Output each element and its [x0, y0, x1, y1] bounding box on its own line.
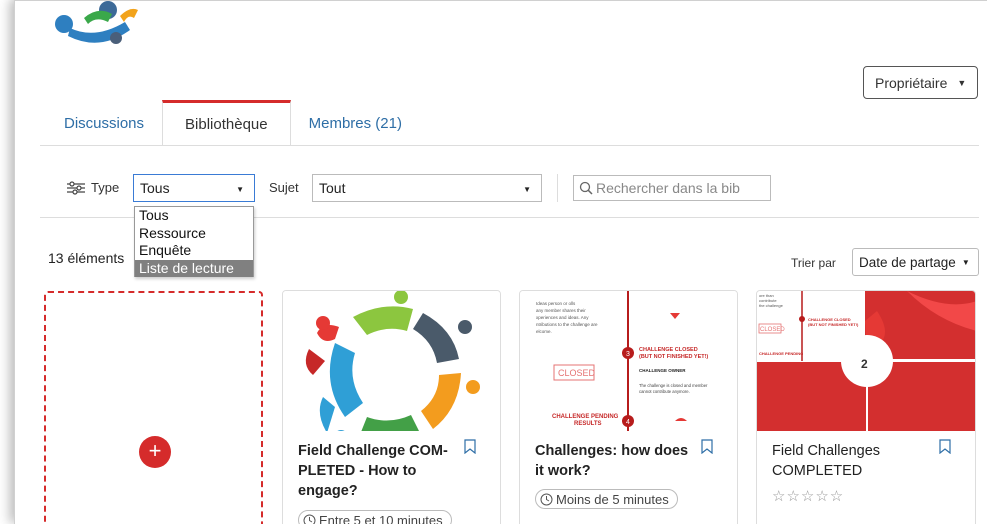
caret-down-icon: ▼: [961, 257, 970, 267]
challenge-completed-graphic: 2 ore than contribute the challenge CHAL…: [757, 291, 975, 431]
owner-dropdown-button[interactable]: Propriétaire ▼: [863, 66, 978, 99]
infographic-step-desc: cannot contribute anymore.: [639, 389, 690, 394]
search-input[interactable]: Rechercher dans la bib: [573, 175, 771, 201]
type-option-tous[interactable]: Tous: [135, 207, 253, 225]
duration-badge: Entre 5 et 10 minutes: [298, 510, 452, 524]
closed-stamp: CLOSED: [760, 327, 785, 333]
infographic-step-title: CHALLENGE CLOSED: [639, 347, 698, 353]
infographic-step-owner: CHALLENGE OWNER: [639, 368, 686, 373]
card-thumbnail: Ideas person or olls any member shares t…: [520, 291, 737, 431]
duration-text: Moins de 5 minutes: [556, 491, 669, 507]
bookmark-icon[interactable]: [939, 439, 951, 454]
infographic-step-subtitle: (BUT NOT FINISHED YET!): [639, 354, 708, 360]
bookmark-icon[interactable]: [701, 439, 713, 454]
owner-button-label: Propriétaire: [875, 74, 948, 91]
infographic-step-title: CHALLENGE PENDING: [552, 414, 619, 420]
card-title[interactable]: Challenges: how does it work?: [535, 441, 700, 481]
infographic-intro-line: Ideas person or olls: [536, 301, 576, 306]
type-dropdown-list: Tous Ressource Enquête Liste de lecture: [134, 206, 254, 277]
caret-down-icon: ▼: [523, 185, 531, 194]
library-card[interactable]: Field Challenge COM-PLETED - How to enga…: [282, 290, 501, 524]
infographic-intro-line: elcome.: [536, 329, 552, 334]
bookmark-icon[interactable]: [464, 439, 476, 454]
sort-select-value: Date de partage: [859, 254, 956, 270]
filter-sliders-icon: [67, 181, 85, 195]
subject-select-value: Tout: [319, 180, 346, 196]
clock-icon: [540, 493, 553, 505]
infographic-step-subtitle: RESULTS: [574, 421, 602, 427]
closed-subtitle: (BUT NOT FINISHED YET!): [808, 322, 859, 327]
type-select[interactable]: Tous ▼: [133, 174, 255, 202]
type-option-ressource[interactable]: Ressource: [135, 225, 253, 243]
sort-label: Trier par: [791, 256, 836, 270]
tab-discussions[interactable]: Discussions: [46, 100, 162, 146]
plus-icon[interactable]: +: [139, 436, 171, 468]
infographic-intro-line: any member shares their: [536, 308, 586, 313]
library-card[interactable]: Ideas person or olls any member shares t…: [519, 290, 738, 524]
rating-stars[interactable]: ☆☆☆☆☆: [772, 487, 844, 505]
type-select-value: Tous: [140, 180, 170, 196]
duration-badge: Moins de 5 minutes: [535, 489, 678, 509]
card-title[interactable]: Field Challenges COMPLETED: [772, 441, 937, 481]
infographic-step-desc: The challenge is closed and member: [639, 383, 708, 388]
tab-library[interactable]: Bibliothèque: [162, 100, 291, 146]
results-count: 13 éléments: [48, 250, 125, 266]
subject-select[interactable]: Tout ▼: [312, 174, 542, 202]
caret-down-icon: ▼: [236, 185, 244, 194]
window: Propriétaire ▼ Discussions Bibliothèque …: [0, 0, 987, 524]
step-number: 2: [861, 357, 868, 371]
add-item-card[interactable]: +: [44, 291, 263, 524]
infographic-step-number: 3: [626, 351, 630, 358]
type-filter-label: Type: [91, 180, 120, 195]
infographic-step-number: 4: [626, 419, 630, 426]
duration-text: Entre 5 et 10 minutes: [319, 512, 443, 524]
card-thumbnail: [283, 291, 500, 431]
library-card[interactable]: 2 ore than contribute the challenge CHAL…: [756, 290, 976, 524]
search-placeholder: Rechercher dans la bib: [596, 180, 740, 196]
card-title[interactable]: Field Challenge COM-PLETED - How to enga…: [298, 441, 463, 501]
infographic-intro-line: xperiences and ideas. Any: [536, 315, 589, 320]
filter-separator: [557, 174, 558, 202]
caret-down-icon: ▼: [957, 77, 967, 88]
group-logo: [55, 1, 138, 44]
card-thumbnail: 2 ore than contribute the challenge CHAL…: [757, 291, 975, 431]
tab-bar: Discussions Bibliothèque Membres (21): [46, 100, 420, 146]
tab-members[interactable]: Membres (21): [291, 100, 420, 146]
intro-line: the challenge: [759, 303, 784, 308]
type-option-enquete[interactable]: Enquête: [135, 242, 253, 260]
closed-stamp: CLOSED: [558, 368, 596, 378]
teamwork-circle-illustration: [283, 291, 500, 431]
challenge-flow-infographic: Ideas person or olls any member shares t…: [520, 291, 737, 431]
sort-select[interactable]: Date de partage ▼: [852, 248, 979, 276]
search-icon: [579, 181, 593, 195]
tab-divider: [40, 145, 979, 146]
infographic-intro-line: ntributions to the challenge are: [536, 322, 598, 327]
subject-filter-label: Sujet: [269, 180, 299, 195]
clock-icon: [303, 514, 316, 524]
type-option-liste-de-lecture[interactable]: Liste de lecture: [135, 259, 253, 277]
pending-label: CHALLENGE PENDING: [759, 351, 803, 356]
